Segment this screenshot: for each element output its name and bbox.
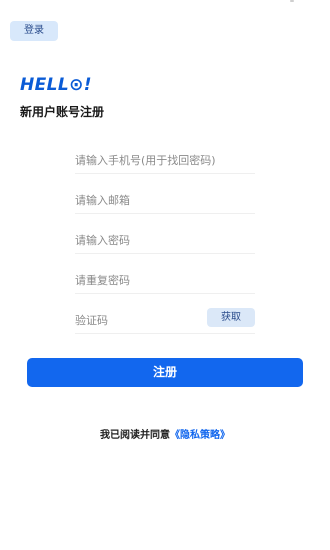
brand-logo: HELL⊙! [20, 75, 92, 95]
email-field [75, 183, 255, 214]
verification-code-input[interactable] [75, 309, 195, 331]
verification-code-field: 获取 [75, 303, 255, 334]
phone-field [75, 143, 255, 174]
page-title: 新用户账号注册 [20, 105, 105, 119]
confirm-password-input[interactable] [75, 269, 255, 291]
password-field [75, 223, 255, 254]
email-input[interactable] [75, 189, 255, 211]
confirm-password-field [75, 263, 255, 294]
password-input[interactable] [75, 229, 255, 251]
agreement-text: 我已阅读并同意《隐私策略》 [0, 429, 330, 443]
phone-input[interactable] [75, 149, 255, 171]
agreement-prefix: 我已阅读并同意 [100, 430, 170, 441]
get-code-button[interactable]: 获取 [207, 308, 255, 327]
login-button[interactable]: 登录 [10, 21, 58, 41]
privacy-policy-link[interactable]: 《隐私策略》 [170, 430, 230, 441]
status-indicator [290, 0, 294, 2]
register-button[interactable]: 注册 [27, 358, 303, 387]
